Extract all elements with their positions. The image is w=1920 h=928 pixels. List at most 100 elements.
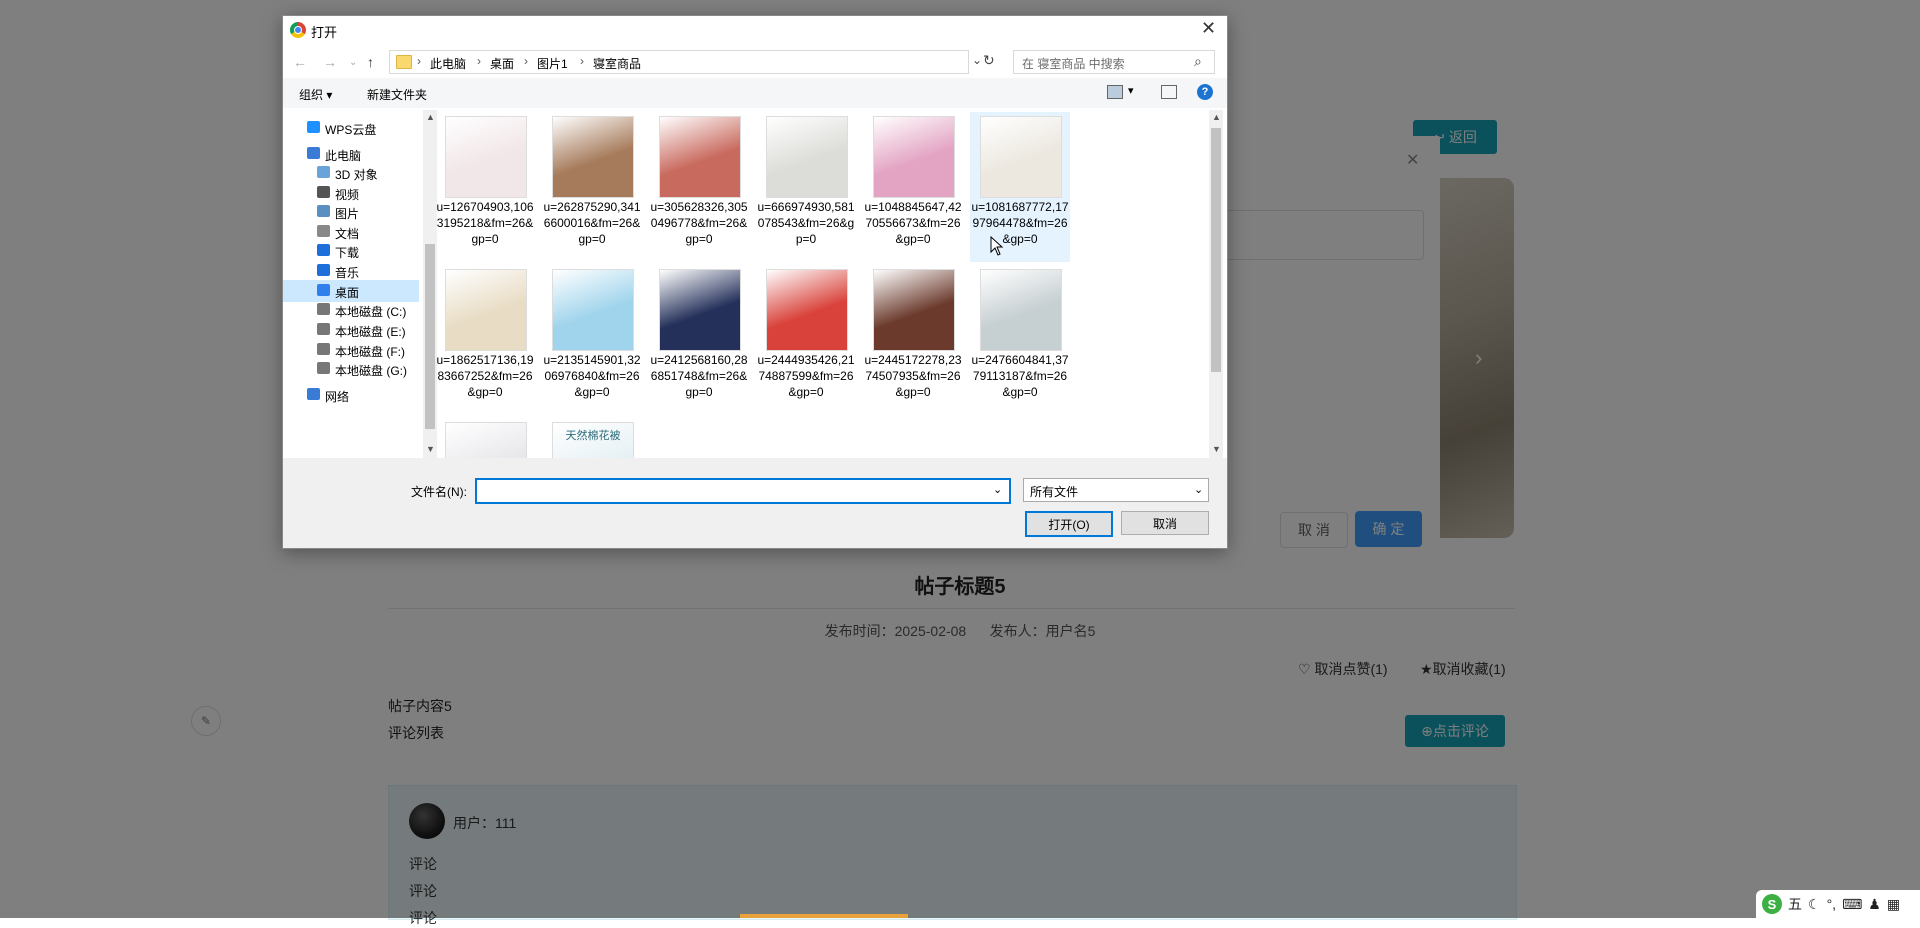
file-thumbnail [445,116,527,198]
filename-input[interactable] [475,478,1011,504]
file-name: u=262875290,3416600016&fm=26&gp=0 [543,200,641,246]
file-item[interactable]: u=2444935426,2174887599&fm=26&gp=0 [756,265,856,415]
nav-item[interactable]: 本地磁盘 (C:) [283,299,419,321]
network-icon [307,388,320,400]
file-item[interactable] [435,418,535,458]
file-name: u=2412568160,286851748&fm=26&gp=0 [650,353,748,399]
mouse-cursor-icon [990,236,1004,256]
scroll-up-icon[interactable]: ▲ [426,112,435,122]
drive-icon [317,303,330,315]
file-open-dialog: 打开 ✕ ← → ⌄ ↑ › 此电脑 › 桌面 › 图片1 › 寝室商品 ⌄ ↻… [282,15,1228,549]
file-item[interactable]: u=2412568160,286851748&fm=26&gp=0 [649,265,749,415]
file-name: u=305628326,3050496778&fm=26&gp=0 [650,200,748,246]
file-thumbnail: 天然棉花被 [552,422,634,458]
file-item[interactable]: u=126704903,1063195218&fm=26&gp=0 [435,112,535,262]
address-bar[interactable]: › 此电脑 › 桌面 › 图片1 › 寝室商品 ⌄ [389,50,982,74]
breadcrumb-part[interactable]: 图片1 [537,55,568,72]
up-icon[interactable]: ↑ [367,54,374,70]
nav-item[interactable]: 图片 [283,201,419,223]
back-icon[interactable]: ← [293,54,307,70]
document-icon [317,225,330,237]
chevron-right-icon: › [580,54,584,68]
drive-icon [317,343,330,355]
file-grid: u=126704903,1063195218&fm=26&gp=0 u=26287… [435,110,1075,458]
cube-icon [317,166,330,178]
music-icon [317,264,330,276]
file-item[interactable]: u=1862517136,1983667252&fm=26&gp=0 [435,265,535,415]
file-item[interactable]: u=666974930,581078543&fm=26&gp=0 [756,112,856,262]
help-icon[interactable]: ? [1197,84,1213,100]
file-name: u=2135145901,3206976840&fm=26&gp=0 [543,353,641,399]
forward-icon[interactable]: → [323,54,337,70]
nav-item[interactable]: WPS云盘 [283,117,419,139]
file-thumbnail [659,269,741,351]
file-name: u=126704903,1063195218&fm=26&gp=0 [436,200,534,246]
file-item[interactable]: u=2135145901,3206976840&fm=26&gp=0 [542,265,642,415]
chevron-right-icon: › [524,54,528,68]
file-item[interactable]: u=262875290,3416600016&fm=26&gp=0 [542,112,642,262]
search-input[interactable]: 在 寝室商品 中搜索 ⌕ [1013,50,1215,74]
file-item[interactable]: u=1081687772,1797964478&fm=26&gp=0 [970,112,1070,262]
ime-toolbar[interactable]: S 五 ☾ °, ⌨ ♟ ▦ [1756,890,1920,918]
nav-item[interactable]: 下载 [283,240,419,262]
chevron-down-icon[interactable]: ⌄ [972,53,982,67]
nav-item[interactable]: 本地磁盘 (G:) [283,358,419,380]
file-thumbnail [980,116,1062,198]
file-name: u=2444935426,2174887599&fm=26&gp=0 [757,353,855,399]
file-name: u=1862517136,1983667252&fm=26&gp=0 [436,353,534,399]
new-folder-button[interactable]: 新建文件夹 [367,86,427,103]
file-thumbnail [980,269,1062,351]
recent-dropdown-icon[interactable]: ⌄ [349,57,357,68]
file-thumbnail [445,269,527,351]
picture-icon [317,205,330,217]
grid-scrollbar[interactable]: ▲ ▼ [1209,110,1223,458]
download-icon [317,244,330,256]
punctuation-icon: °, [1826,896,1837,912]
file-item[interactable]: u=1048845647,4270556673&fm=26&gp=0 [863,112,963,262]
nav-scroll-thumb[interactable] [425,244,435,429]
nav-item[interactable]: 本地磁盘 (E:) [283,319,419,341]
file-thumbnail [445,422,527,458]
breadcrumb-part[interactable]: 寝室商品 [593,55,641,72]
refresh-icon[interactable]: ↻ [983,52,995,69]
nav-item[interactable]: 3D 对象 [283,162,419,184]
nav-item-label: 音乐 [335,266,360,280]
nav-item-label: WPS云盘 [325,123,377,137]
view-icon[interactable] [1107,85,1123,99]
grid-scroll-thumb[interactable] [1211,128,1221,372]
drive-icon [317,323,330,335]
breadcrumb-part[interactable]: 此电脑 [430,55,466,72]
nav-item-label: 3D 对象 [335,168,378,182]
breadcrumb-part[interactable]: 桌面 [490,55,514,72]
chrome-icon [290,22,306,38]
close-icon[interactable]: ✕ [1201,18,1216,39]
nav-item[interactable]: 网络 [283,384,419,406]
file-thumbnail [659,116,741,198]
chevron-down-icon[interactable]: ▾ [1128,84,1134,97]
video-icon [317,186,330,198]
scroll-down-icon[interactable]: ▼ [426,444,435,454]
nav-item-label: 本地磁盘 (C:) [335,305,407,319]
organize-button[interactable]: 组织 ▾ [299,86,332,103]
scroll-up-icon[interactable]: ▲ [1212,112,1221,122]
chevron-right-icon: › [417,54,421,68]
file-item[interactable]: u=2476604841,3779113187&fm=26&gp=0 [970,265,1070,415]
nav-item[interactable]: 音乐 [283,260,419,282]
filetype-select[interactable]: 所有文件 ⌄ [1023,478,1209,502]
file-item[interactable]: u=305628326,3050496778&fm=26&gp=0 [649,112,749,262]
cancel-button[interactable]: 取消 [1121,511,1209,535]
filename-label: 文件名(N): [411,485,467,499]
open-button[interactable]: 打开(O) [1025,511,1113,537]
chevron-down-icon[interactable]: ⌄ [993,483,1002,496]
bottom-strip [740,914,908,918]
file-item[interactable]: u=2445172278,2374507935&fm=26&gp=0 [863,265,963,415]
scroll-down-icon[interactable]: ▼ [1212,444,1221,454]
navigation-pane: WPS云盘 此电脑 3D 对象 视频 图片 文档 下载 音乐 桌面 本地磁盘 (C:) 本地磁盘 (… [283,110,423,458]
file-name: u=2476604841,3779113187&fm=26&gp=0 [971,353,1069,399]
thumbnail-caption: 天然棉花被 [565,429,621,442]
file-thumbnail [552,269,634,351]
preview-pane-icon[interactable] [1161,85,1177,99]
chevron-down-icon: ⌄ [1194,484,1204,496]
file-item[interactable]: 天然棉花被 [542,418,642,458]
nav-item-label: 下载 [335,246,360,260]
